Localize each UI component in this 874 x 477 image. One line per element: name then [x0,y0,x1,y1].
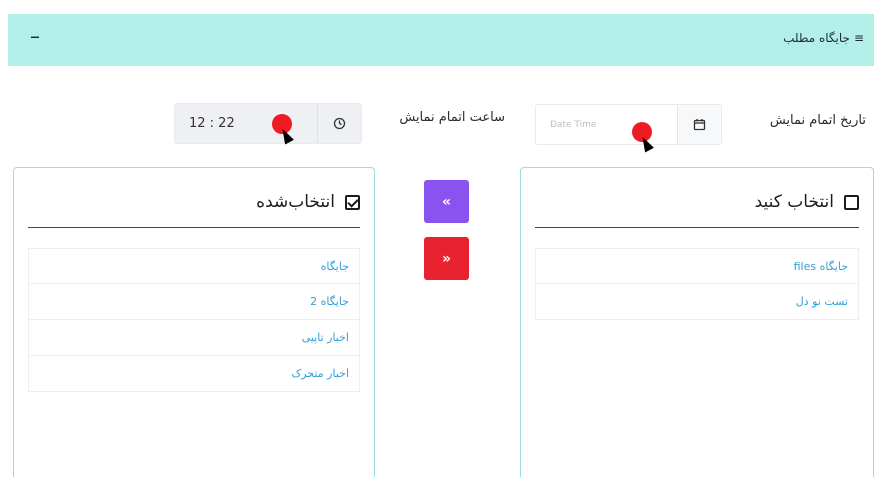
date-input[interactable]: Date Time [536,105,677,144]
time-label: ساعت اتمام نمایش [399,110,505,125]
move-to-selected-button[interactable]: « [424,180,469,223]
move-to-available-button[interactable]: » [424,237,469,280]
date-input-group[interactable]: Date Time [535,104,722,145]
card-header: ≡ جایگاه مطلب – [8,14,874,66]
layers-icon: ≡ [853,31,864,45]
list-item[interactable]: جایگاه files [535,248,859,284]
list-item[interactable]: اخبار متحرک [28,356,360,392]
date-label: تاریخ اتمام نمایش [769,113,866,128]
clock-icon [333,117,346,130]
selected-panel: انتخاب‌شده جایگاه جایگاه 2 اخبار تاپیی ا… [13,167,375,477]
list-item[interactable]: جایگاه 2 [28,284,360,320]
list-item[interactable]: تست نو دل [535,284,859,320]
selected-list: جایگاه جایگاه 2 اخبار تاپیی اخبار متحرک [28,248,360,392]
date-placeholder: Date Time [550,119,597,130]
time-input[interactable]: 12 : 22 [175,104,317,143]
available-title: انتخاب کنید [754,192,834,212]
list-item[interactable]: اخبار تاپیی [28,320,360,356]
selected-header: انتخاب‌شده [256,192,360,212]
available-list: جایگاه files تست نو دل [535,248,859,320]
available-header: انتخاب کنید [755,192,859,212]
collapse-button[interactable]: – [30,26,40,46]
list-item[interactable]: جایگاه [28,248,360,284]
available-panel: انتخاب کنید جایگاه files تست نو دل [520,167,874,477]
clock-button[interactable] [317,104,361,143]
select-all-checkbox[interactable] [844,194,859,210]
deselect-all-checkbox[interactable] [345,194,360,210]
calendar-icon [693,119,706,131]
divider [28,227,360,228]
selected-title: انتخاب‌شده [256,192,335,212]
calendar-button[interactable] [677,105,721,144]
card-title-text: جایگاه مطلب [783,31,850,45]
time-input-group[interactable]: 12 : 22 [174,103,362,144]
card-title: ≡ جایگاه مطلب [783,31,864,45]
divider [535,227,859,228]
